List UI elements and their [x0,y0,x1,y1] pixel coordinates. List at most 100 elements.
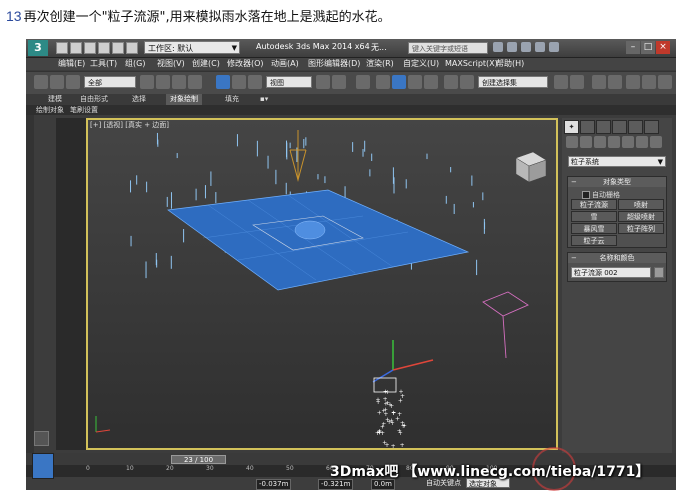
percent-snap-icon[interactable] [408,75,422,89]
viewport-layout-icon[interactable] [34,431,49,446]
helpers-icon[interactable] [622,136,634,148]
hierarchy-tab-icon[interactable] [596,120,611,134]
help-icon[interactable] [549,42,559,52]
menu-tools[interactable]: 工具(T) [90,58,117,70]
open-file-icon[interactable] [70,42,82,54]
shapes-icon[interactable] [580,136,592,148]
modify-tab-icon[interactable] [580,120,595,134]
window-crossing-icon[interactable] [188,75,202,89]
spray-button[interactable]: 喷射 [618,199,664,210]
object-type-title[interactable]: − 对象类型 [568,177,666,187]
geometry-icon[interactable] [566,136,578,148]
snaps-toggle-icon[interactable] [376,75,390,89]
pcloud-button[interactable]: 粒子云 [571,235,617,246]
time-slider[interactable]: 23 / 100 [171,455,226,464]
menu-views[interactable]: 视图(V) [157,58,185,70]
ribbon-options-icon[interactable]: ▪▾ [256,94,272,105]
perspective-viewport[interactable]: [+] [透视] [真实 + 边面] + + + + + + + + + + +… [86,118,558,450]
menu-rendering[interactable]: 渲染(R) [366,58,394,70]
spacewarps-icon[interactable] [636,136,648,148]
favorites-icon[interactable] [535,42,545,52]
menu-animation[interactable]: 动画(A) [271,58,299,70]
bind-spacewarp-icon[interactable] [66,75,80,89]
snow-button[interactable]: 雪 [571,211,617,222]
spinner-snap-icon[interactable] [424,75,438,89]
project-folder-icon[interactable] [126,42,138,54]
subscription-icon[interactable] [507,42,517,52]
motion-tab-icon[interactable] [612,120,627,134]
transform-gizmo[interactable] [372,340,434,393]
x-coordinate-field[interactable]: -0.037m [256,479,292,490]
mirror-icon[interactable] [554,75,568,89]
parray-button[interactable]: 粒子阵列 [618,223,664,234]
binoculars-icon[interactable] [493,42,503,52]
ribbon-tab-freeform[interactable]: 自由形式 [76,94,112,105]
new-file-icon[interactable] [56,42,68,54]
menu-create[interactable]: 创建(C) [192,58,220,70]
redo-icon[interactable] [112,42,124,54]
select-by-name-icon[interactable] [156,75,170,89]
select-object-icon[interactable] [140,75,154,89]
cameras-icon[interactable] [608,136,620,148]
reference-coordinate-dropdown[interactable]: 视图 [266,76,312,88]
ribbon-tab-object-paint[interactable]: 对象绘制 [166,94,202,105]
select-rotate-icon[interactable] [232,75,246,89]
keyboard-shortcut-icon[interactable] [356,75,370,89]
menu-customize[interactable]: 自定义(U) [403,58,439,70]
close-button[interactable]: × [656,41,670,54]
scene-canvas[interactable]: ++++++++++++++++++++++++++++++++++++++++ [88,120,558,450]
menu-modifiers[interactable]: 修改器(O) [227,58,264,70]
app-logo-icon[interactable]: 3 [28,40,48,56]
layer-explorer-icon[interactable] [592,75,606,89]
maxscript-listener-icon[interactable] [32,453,54,479]
camera-target-icon[interactable] [482,291,529,359]
menu-help[interactable]: 帮助(H) [496,58,524,70]
display-tab-icon[interactable] [628,120,643,134]
unlink-icon[interactable] [50,75,64,89]
schematic-view-icon[interactable] [642,75,656,89]
select-scale-icon[interactable] [248,75,262,89]
blizzard-button[interactable]: 暴风雪 [571,223,617,234]
category-dropdown[interactable]: 粒子系统 ▼ [568,156,666,167]
maximize-button[interactable]: □ [641,41,655,54]
align-icon[interactable] [570,75,584,89]
subtab-paint-objects[interactable]: 绘制对象 [36,105,64,115]
selection-filter-dropdown[interactable]: 全部 [84,76,136,88]
rain-emitter-icon[interactable] [289,130,307,182]
super-spray-button[interactable]: 超级喷射 [618,211,664,222]
menu-group[interactable]: 组(G) [125,58,145,70]
subtab-brush-settings[interactable]: 笔刷设置 [70,105,98,115]
communication-icon[interactable] [521,42,531,52]
edit-named-selection-icon[interactable] [444,75,458,89]
save-file-icon[interactable] [84,42,96,54]
graphite-toggle-icon[interactable] [608,75,622,89]
angle-snap-icon[interactable] [392,75,406,89]
material-editor-icon[interactable] [658,75,672,89]
rectangle-selection-icon[interactable] [172,75,186,89]
select-move-icon[interactable] [216,75,230,89]
minimize-button[interactable]: – [626,41,640,54]
viewcube-icon[interactable] [515,151,547,183]
ribbon-tab-selection[interactable]: 选择 [128,94,150,105]
object-name-field[interactable]: 粒子流源 002 [571,267,651,278]
ribbon-tab-modeling[interactable]: 建模 [44,94,66,105]
search-input[interactable]: 键入关键字或短语 [408,42,488,54]
object-color-swatch[interactable] [654,267,664,278]
undo-icon[interactable] [98,42,110,54]
workspace-dropdown[interactable]: 工作区: 默认 ▼ [144,41,240,54]
select-manipulate-icon[interactable] [332,75,346,89]
pivot-center-icon[interactable] [316,75,330,89]
named-selection-icon[interactable] [460,75,474,89]
utilities-tab-icon[interactable] [644,120,659,134]
menu-maxscript[interactable]: MAXScript(X) [445,58,498,70]
menu-graph-editors[interactable]: 图形编辑器(D) [308,58,360,70]
named-selection-dropdown[interactable]: 创建选择集 [478,76,548,88]
systems-icon[interactable] [650,136,662,148]
create-tab-icon[interactable]: ✦ [564,120,579,134]
lights-icon[interactable] [594,136,606,148]
menu-edit[interactable]: 编辑(E) [58,58,85,70]
link-icon[interactable] [34,75,48,89]
curve-editor-icon[interactable] [626,75,640,89]
pf-source-button[interactable]: 粒子流源 [571,199,617,210]
ground-plane[interactable] [167,189,470,291]
